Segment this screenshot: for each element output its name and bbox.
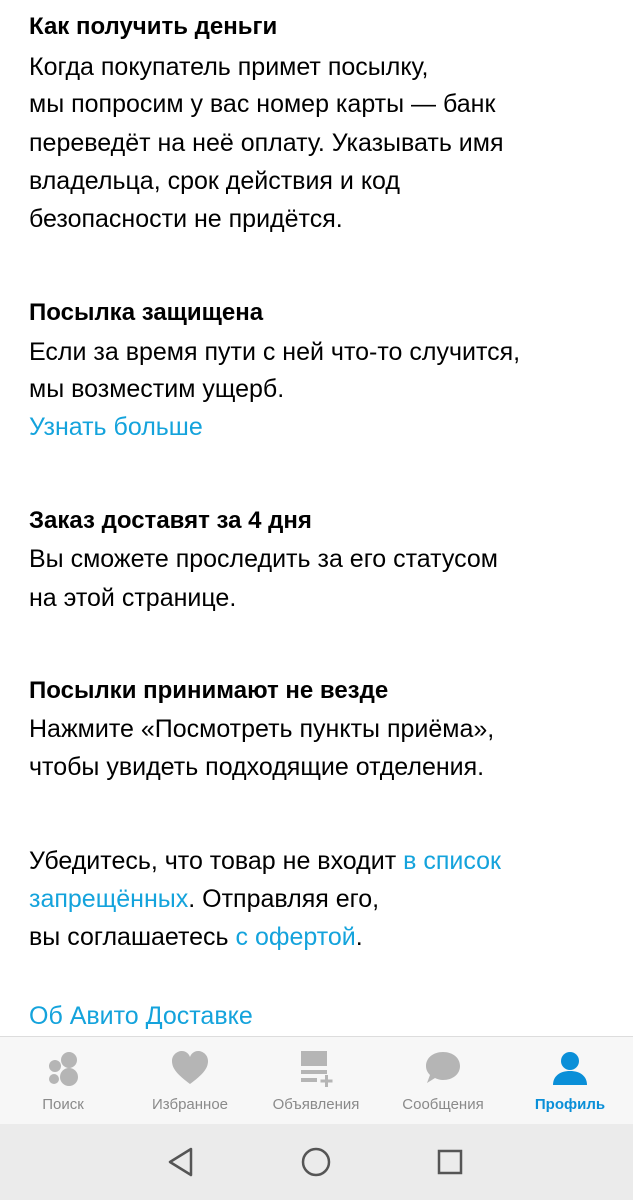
- tab-favorites[interactable]: Избранное: [127, 1037, 253, 1125]
- section-title-money: Как получить деньги: [29, 13, 278, 40]
- back-icon[interactable]: [161, 1142, 201, 1182]
- section-text-line: Когда покупатель примет посылку,: [29, 53, 429, 81]
- section-text-line: переведёт на неё оплату. Указывать имя: [29, 129, 504, 157]
- section-text-line: Если за время пути с ней что-то случится…: [29, 338, 521, 366]
- section-title-delivery: Заказ доставят за 4 дня: [29, 507, 312, 534]
- home-icon[interactable]: [296, 1142, 336, 1182]
- forbidden-list-link[interactable]: запрещённых: [29, 885, 188, 913]
- tab-messages[interactable]: Сообщения: [380, 1037, 506, 1125]
- section-text-line: безопасности не придётся.: [29, 205, 343, 233]
- section-title-points: Посылки принимают не везде: [29, 677, 389, 704]
- search-bubbles-icon: [49, 1052, 78, 1086]
- profile-icon: [553, 1052, 587, 1085]
- notice-line: Убедитесь, что товар не входит в список: [29, 846, 501, 876]
- forbidden-list-link[interactable]: в список: [403, 847, 501, 875]
- tab-ads[interactable]: Объявления: [253, 1037, 379, 1125]
- section-text-line: чтобы увидеть подходящие отделения.: [29, 753, 485, 781]
- notice-text: .: [355, 923, 363, 951]
- heart-icon: [172, 1051, 208, 1084]
- tab-profile[interactable]: Профиль: [507, 1037, 633, 1125]
- bottom-tab-bar: Поиск Избранное Объявления Сообщения Про…: [0, 1036, 633, 1124]
- notice-text: вы соглашаетесь: [29, 923, 236, 951]
- notice-line: запрещённых. Отправляя его,: [29, 884, 379, 914]
- section-text-line: Нажмите «Посмотреть пункты приёма»,: [29, 715, 495, 743]
- delivery-info-content: Как получить деньги Когда покупатель при…: [0, 0, 633, 1036]
- section-text-line: на этой странице.: [29, 584, 237, 612]
- notice-text: . Отправляя его,: [188, 885, 380, 913]
- section-text-line: владельца, срок действия и код: [29, 167, 400, 195]
- tab-label: Сообщения: [402, 1096, 484, 1113]
- ads-list-add-icon: [301, 1051, 333, 1087]
- section-text-line: мы попросим у вас номер карты — банк: [29, 90, 496, 118]
- chat-bubble-icon: [426, 1052, 460, 1083]
- tab-search[interactable]: Поиск: [0, 1037, 126, 1125]
- section-text-line: мы возместим ущерб.: [29, 375, 285, 403]
- tab-label: Профиль: [534, 1096, 606, 1113]
- section-text-line: Вы сможете проследить за его статусом: [29, 545, 498, 573]
- notice-text: Убедитесь, что товар не входит: [29, 847, 404, 875]
- offer-link[interactable]: с офертой: [236, 923, 356, 951]
- tab-label: Поиск: [42, 1096, 84, 1113]
- section-title-protected: Посылка защищена: [29, 299, 264, 326]
- system-nav-bar: [0, 1124, 633, 1200]
- recents-icon[interactable]: [430, 1142, 470, 1182]
- tab-label: Избранное: [151, 1096, 229, 1113]
- about-avito-delivery-link[interactable]: Об Авито Доставке: [29, 1001, 253, 1031]
- learn-more-link[interactable]: Узнать больше: [29, 412, 203, 442]
- notice-line: вы соглашаетесь с офертой.: [29, 922, 363, 952]
- tab-label: Объявления: [272, 1096, 360, 1113]
